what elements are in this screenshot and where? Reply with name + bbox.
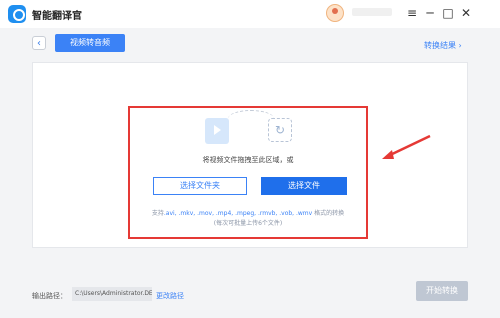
start-convert-button[interactable]: 开始转换 [416, 281, 468, 301]
video-file-icon [205, 118, 229, 144]
menu-icon[interactable]: ≡ [404, 5, 420, 21]
select-file-button[interactable]: 选择文件 [261, 177, 347, 195]
supported-formats-text: 支持.avi, .mkv, .mov, .mp4, .mpeg, .rmvb, … [128, 208, 368, 217]
convert-results-link[interactable]: 转换结果 › [424, 40, 462, 51]
formats-suffix: 格式的转换 [312, 210, 345, 217]
maximize-icon[interactable]: □ [440, 5, 456, 21]
tab-video-to-audio[interactable]: 视频转音频 [55, 34, 125, 52]
app-logo-icon [8, 5, 26, 23]
convert-icon: ↻ [268, 118, 292, 142]
user-avatar[interactable] [326, 4, 344, 22]
title-bar: 智能翻译官 ≡ ─ □ ✕ [0, 0, 500, 28]
select-folder-button[interactable]: 选择文件夹 [153, 177, 247, 195]
red-arrow-annotation [382, 134, 431, 159]
minimize-icon[interactable]: ─ [422, 5, 438, 21]
user-name-placeholder[interactable] [352, 8, 392, 16]
close-icon[interactable]: ✕ [458, 5, 474, 21]
output-path-field[interactable]: C:\Users\Administrator.DE... [72, 287, 152, 301]
change-path-link[interactable]: 更改路径 [156, 291, 184, 301]
app-title: 智能翻译官 [32, 11, 82, 22]
formats-list: .avi, .mkv, .mov, .mp4, .mpeg, .rmvb, .v… [163, 210, 313, 217]
output-path-label: 输出路径： [32, 292, 67, 300]
back-button[interactable]: ‹ [32, 36, 46, 50]
formats-prefix: 支持 [151, 210, 164, 217]
drop-hint-text: 将视频文件拖拽至此区域，或 [202, 156, 294, 164]
upload-limit-text: (每次可批量上传6个文件) [213, 220, 283, 227]
